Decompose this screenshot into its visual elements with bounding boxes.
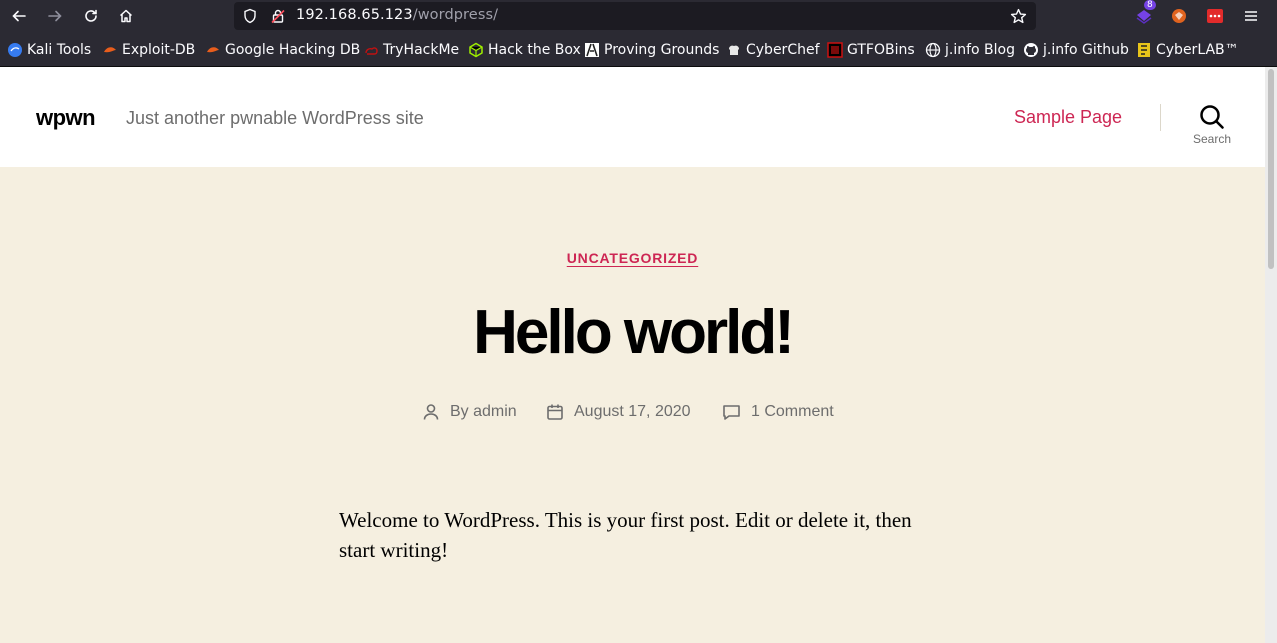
fox-icon bbox=[1172, 9, 1186, 23]
hackthebox-icon bbox=[468, 42, 484, 58]
extension-button[interactable]: 8 bbox=[1133, 0, 1156, 27]
post-content: Welcome to WordPress. This is your first… bbox=[339, 508, 912, 562]
date-link[interactable]: August 17, 2020 bbox=[574, 403, 691, 421]
bookmark-label: CyberLAB™ bbox=[1156, 42, 1239, 58]
post-category: UNCATEGORIZED bbox=[0, 248, 1265, 267]
bookmark-tryhackme[interactable]: TryHackMe bbox=[363, 41, 459, 59]
bookmark-kali-tools[interactable]: Kali Tools bbox=[7, 41, 91, 59]
proving-grounds-icon bbox=[584, 42, 600, 58]
bookmark-jinfo-blog[interactable]: j.info Blog bbox=[925, 41, 1015, 59]
header-divider bbox=[1160, 104, 1161, 131]
author-link[interactable]: By admin bbox=[450, 403, 517, 421]
gtfobins-icon bbox=[827, 42, 843, 58]
url-host: 192.168.65.123 bbox=[296, 7, 413, 23]
bookmark-label: CyberChef bbox=[746, 42, 820, 58]
bookmark-cyberchef[interactable]: CyberChef bbox=[726, 41, 820, 59]
bookmark-label: j.info Github bbox=[1043, 42, 1129, 58]
search-toggle-button[interactable]: Search bbox=[1186, 104, 1238, 154]
scrollbar-thumb[interactable] bbox=[1268, 69, 1274, 269]
menu-item-sample-page[interactable]: Sample Page bbox=[1014, 107, 1122, 128]
bookmark-proving-grounds[interactable]: Proving Grounds bbox=[584, 41, 719, 59]
bookmark-ghdb[interactable]: Google Hacking DB bbox=[205, 41, 360, 59]
home-icon bbox=[119, 9, 133, 23]
arrow-right-icon bbox=[48, 10, 62, 22]
home-button[interactable] bbox=[113, 4, 139, 28]
bookmark-label: GTFOBins bbox=[847, 42, 915, 58]
user-icon bbox=[422, 403, 440, 421]
site-title-link[interactable]: wpwn bbox=[36, 105, 96, 131]
post-author: By admin bbox=[422, 402, 517, 422]
cyberlab-icon bbox=[1136, 42, 1152, 58]
insecure-lock-icon[interactable] bbox=[270, 8, 286, 24]
exploit-db-icon bbox=[102, 42, 118, 58]
github-icon bbox=[1023, 42, 1039, 58]
wappalyzer-button[interactable] bbox=[1204, 5, 1226, 27]
bookmark-gtfobins[interactable]: GTFOBins bbox=[827, 41, 915, 59]
dots-extension-icon bbox=[1207, 9, 1223, 23]
reload-icon bbox=[85, 9, 97, 22]
search-label: Search bbox=[1192, 132, 1232, 146]
bookmark-label: TryHackMe bbox=[383, 42, 460, 58]
bookmark-star-icon[interactable] bbox=[1010, 8, 1027, 25]
comment-icon bbox=[722, 403, 741, 421]
arrow-left-icon bbox=[12, 10, 26, 22]
globe-icon bbox=[925, 42, 941, 58]
kali-icon bbox=[7, 42, 23, 58]
bookmark-exploit-db[interactable]: Exploit-DB bbox=[102, 41, 195, 59]
hamburger-menu-icon bbox=[1245, 11, 1257, 21]
search-icon bbox=[1200, 105, 1224, 129]
url-path: /wordpress/ bbox=[412, 7, 499, 23]
url-text[interactable]: 192.168.65.123/wordpress/ bbox=[296, 7, 498, 23]
back-button[interactable] bbox=[6, 4, 32, 28]
forward-button[interactable] bbox=[42, 4, 68, 28]
app-menu-button[interactable] bbox=[1240, 5, 1262, 27]
bookmark-label: Proving Grounds bbox=[604, 42, 720, 58]
comments-link[interactable]: 1 Comment bbox=[751, 403, 834, 421]
calendar-icon bbox=[546, 403, 564, 421]
site-description: Just another pwnable WordPress site bbox=[126, 108, 424, 128]
bookmark-label: j.info Blog bbox=[945, 42, 1015, 58]
bookmark-label: Google Hacking DB bbox=[225, 42, 361, 58]
bookmarks-bar: Kali Tools Exploit-DB Google Hacking DB … bbox=[0, 33, 1277, 67]
bookmark-jinfo-github[interactable]: j.info Github bbox=[1023, 41, 1129, 59]
shield-icon[interactable] bbox=[242, 8, 258, 24]
foxyproxy-button[interactable] bbox=[1168, 5, 1190, 27]
page-scrollbar[interactable] bbox=[1265, 67, 1277, 643]
extension-badge: 8 bbox=[1144, 0, 1156, 10]
reload-button[interactable] bbox=[78, 4, 104, 28]
ghdb-icon bbox=[205, 42, 221, 58]
bookmark-label: Hack the Box bbox=[488, 42, 581, 58]
tryhackme-icon bbox=[363, 42, 379, 58]
bookmark-hackthebox[interactable]: Hack the Box bbox=[468, 41, 581, 59]
bookmark-cyberlab[interactable]: CyberLAB™ bbox=[1136, 41, 1239, 59]
bookmark-label: Exploit-DB bbox=[122, 42, 196, 58]
bookmark-label: Kali Tools bbox=[27, 42, 92, 58]
post-comments: 1 Comment bbox=[722, 402, 834, 422]
site-header: wpwn Just another pwnable WordPress site… bbox=[0, 67, 1265, 167]
post-date: August 17, 2020 bbox=[546, 402, 691, 422]
post-title[interactable]: Hello world! bbox=[0, 297, 1265, 368]
category-link[interactable]: UNCATEGORIZED bbox=[567, 250, 698, 266]
web-page: wpwn Just another pwnable WordPress site… bbox=[0, 67, 1265, 643]
browser-toolbar: 192.168.65.123/wordpress/ 8 bbox=[0, 0, 1277, 33]
cyberchef-icon bbox=[726, 42, 742, 58]
url-bar[interactable]: 192.168.65.123/wordpress/ bbox=[234, 2, 1036, 30]
